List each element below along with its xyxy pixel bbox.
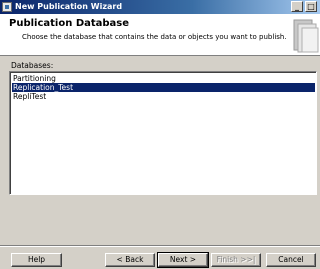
databases-label: Databases: bbox=[11, 61, 54, 70]
back-button[interactable]: < Back bbox=[105, 253, 155, 267]
list-item-partitioning[interactable]: Partitioning bbox=[12, 74, 315, 83]
page-subtitle: Choose the database that contains the da… bbox=[22, 33, 287, 41]
wizard-header: Publication Database Choose the database… bbox=[0, 14, 320, 56]
databases-listbox[interactable]: Partitioning Replication_Test RepliTest bbox=[9, 71, 317, 195]
list-item-replitest[interactable]: RepliTest bbox=[12, 92, 315, 101]
database-wizard-icon bbox=[293, 19, 319, 53]
maximize-button[interactable]: □ bbox=[305, 1, 317, 12]
window-title: New Publication Wizard bbox=[15, 2, 123, 11]
footer-divider-highlight bbox=[0, 246, 320, 247]
title-bar[interactable]: New Publication Wizard _ □ bbox=[0, 0, 320, 14]
finish-button[interactable]: Finish >>| bbox=[211, 253, 261, 267]
minimize-button[interactable]: _ bbox=[291, 1, 303, 12]
cancel-button[interactable]: Cancel bbox=[266, 253, 316, 267]
list-item-replication-test[interactable]: Replication_Test bbox=[12, 83, 315, 92]
page-title: Publication Database bbox=[9, 18, 130, 29]
app-icon bbox=[2, 2, 12, 12]
help-button[interactable]: Help bbox=[11, 253, 62, 267]
next-button[interactable]: Next > bbox=[157, 252, 209, 268]
